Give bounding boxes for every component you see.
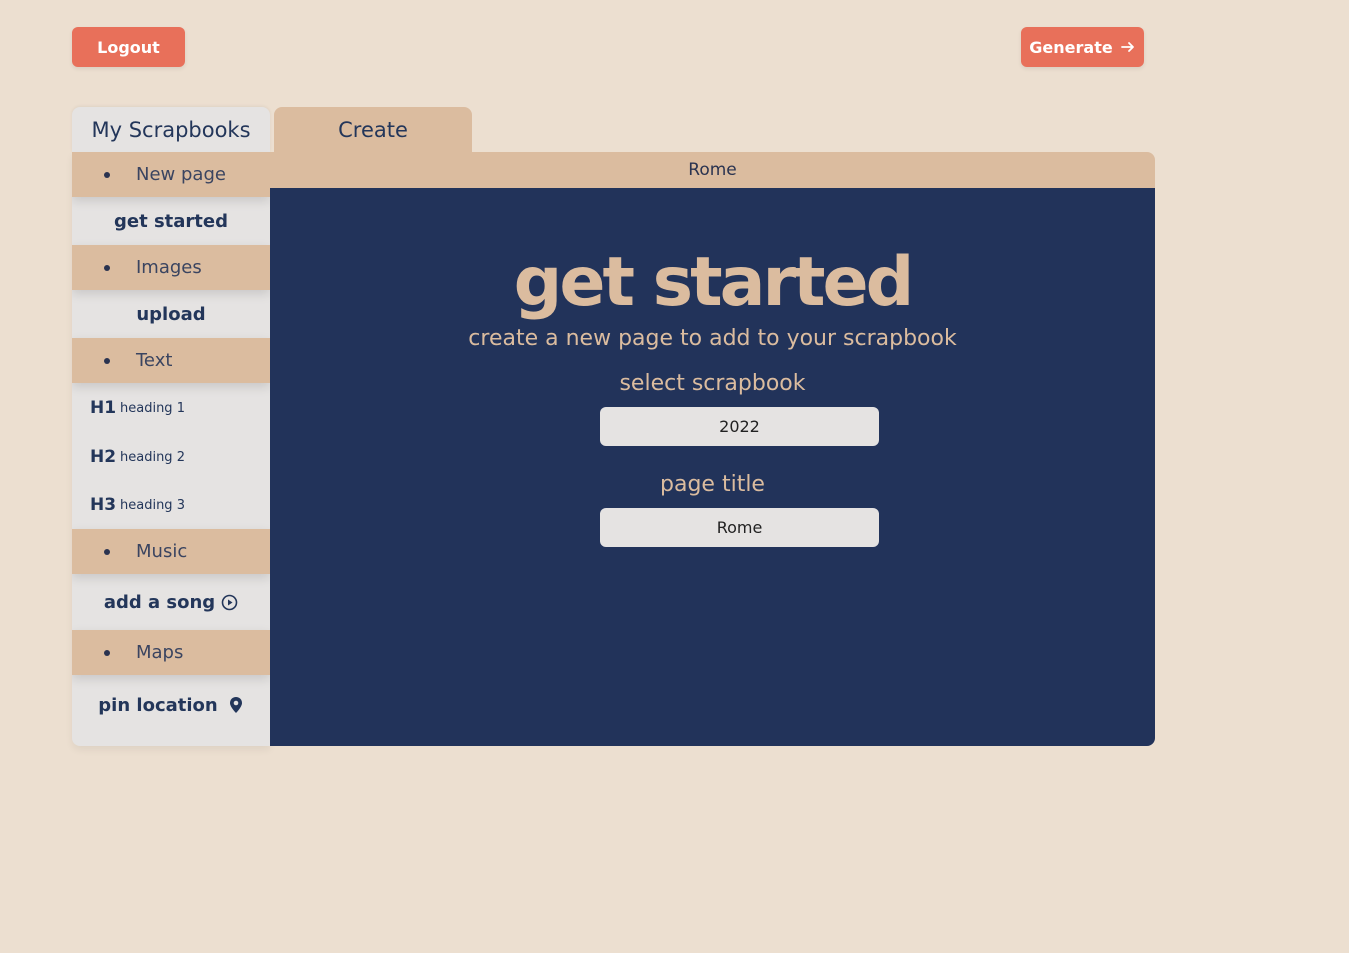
- arrow-right-icon: [1120, 42, 1134, 52]
- page-title-input[interactable]: [600, 508, 879, 547]
- sidebar-section-label: New page: [136, 164, 226, 185]
- upload-label: upload: [136, 303, 206, 325]
- map-pin-icon: [229, 697, 242, 713]
- main-panel: get started create a new page to add to …: [270, 188, 1155, 746]
- upload-button[interactable]: upload: [72, 290, 270, 338]
- play-circle-icon: [221, 594, 238, 610]
- bullet-icon: [104, 171, 110, 178]
- heading-3-icon: H3: [90, 495, 117, 515]
- heading-3-button[interactable]: H3 heading 3: [90, 495, 185, 515]
- sidebar-section-label: Images: [136, 257, 202, 278]
- page-title-label: page title: [660, 472, 765, 497]
- page-subtitle: create a new page to add to your scrapbo…: [468, 326, 957, 351]
- sidebar-section-label: Text: [136, 350, 173, 371]
- sidebar-section-label: Maps: [136, 642, 184, 663]
- page-name: Rome: [688, 160, 737, 180]
- heading-2-icon: H2: [90, 447, 117, 467]
- sidebar-section-new-page: New page: [72, 152, 270, 197]
- select-scrapbook-label: select scrapbook: [619, 371, 806, 396]
- sidebar-section-label: Music: [136, 541, 188, 562]
- bullet-icon: [104, 649, 110, 656]
- select-scrapbook-input[interactable]: [600, 407, 879, 446]
- add-song-label: add a song: [103, 591, 216, 613]
- heading-3-label: heading 3: [120, 497, 185, 513]
- pin-location-label: pin location: [98, 694, 218, 716]
- sidebar-section-text: Text: [72, 338, 270, 383]
- sidebar-section-music: Music: [72, 529, 270, 574]
- logout-label: Logout: [97, 37, 160, 57]
- bullet-icon: [104, 264, 110, 271]
- bullet-icon: [104, 357, 110, 364]
- generate-label: Generate: [1029, 37, 1113, 57]
- sidebar-section-maps: Maps: [72, 630, 270, 675]
- get-started-label: get started: [113, 210, 228, 232]
- add-song-button[interactable]: add a song: [72, 574, 270, 630]
- page-name-bar: Rome: [270, 152, 1155, 188]
- logout-button[interactable]: Logout: [72, 27, 185, 67]
- tab-my-scrapbooks[interactable]: My Scrapbooks: [72, 107, 270, 152]
- tab-my-scrapbooks-label: My Scrapbooks: [91, 117, 251, 142]
- generate-button[interactable]: Generate: [1021, 27, 1144, 67]
- heading-1-icon: H1: [90, 398, 117, 418]
- heading-2-button[interactable]: H2 heading 2: [90, 447, 185, 467]
- pin-location-button[interactable]: pin location: [72, 675, 270, 735]
- sidebar: New page get started Images upload Text …: [72, 152, 270, 746]
- heading-2-label: heading 2: [120, 449, 185, 465]
- tab-create[interactable]: Create: [274, 107, 472, 152]
- bullet-icon: [104, 548, 110, 555]
- tab-create-label: Create: [338, 117, 408, 142]
- heading-1-label: heading 1: [120, 400, 185, 416]
- heading-1-button[interactable]: H1 heading 1: [90, 398, 185, 418]
- get-started-button[interactable]: get started: [72, 197, 270, 245]
- page-title: get started: [513, 243, 915, 322]
- sidebar-section-images: Images: [72, 245, 270, 290]
